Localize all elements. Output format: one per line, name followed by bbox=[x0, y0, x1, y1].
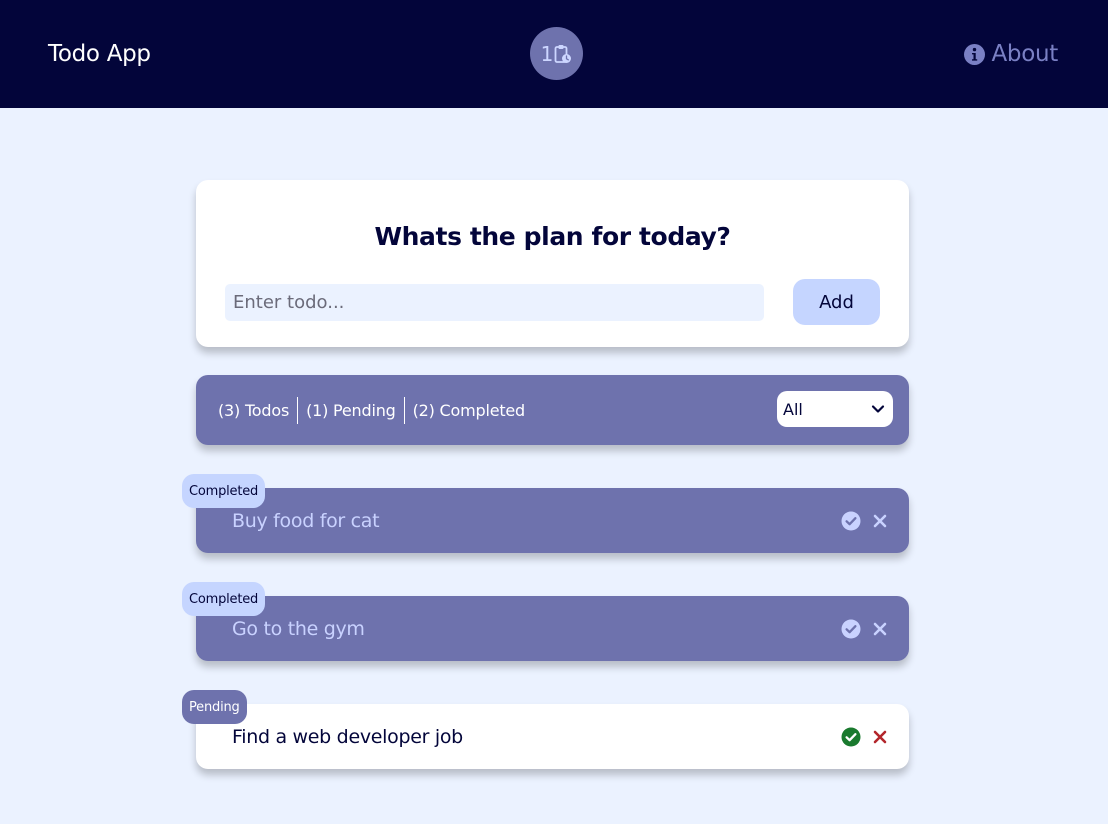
stat-divider bbox=[297, 396, 299, 424]
form-heading: Whats the plan for today? bbox=[374, 222, 731, 251]
todo-actions bbox=[841, 488, 887, 553]
chevron-down-icon bbox=[871, 405, 885, 413]
check-circle-icon[interactable] bbox=[841, 511, 861, 531]
about-link[interactable]: About bbox=[964, 41, 1058, 67]
stats-bar: (3) Todos (1) Pending (2) Completed All bbox=[196, 375, 909, 445]
info-circle-icon bbox=[964, 43, 986, 65]
close-icon[interactable] bbox=[873, 730, 887, 744]
filter-select[interactable]: All bbox=[777, 391, 893, 427]
close-icon[interactable] bbox=[873, 514, 887, 528]
stat-completed: (2) Completed bbox=[412, 400, 526, 420]
todo-form-card: Whats the plan for today? Add bbox=[196, 180, 909, 347]
todo-text: Go to the gym bbox=[232, 617, 365, 640]
status-tag: Completed bbox=[182, 582, 266, 616]
check-circle-icon[interactable] bbox=[841, 727, 861, 747]
todo-item: Find a web developer job bbox=[196, 704, 909, 769]
todo-actions bbox=[841, 704, 887, 769]
stat-pending: (1) Pending bbox=[306, 400, 396, 420]
status-tag: Pending bbox=[182, 690, 247, 724]
clipboard-clock-icon bbox=[554, 44, 572, 63]
pending-count-badge: 1 bbox=[530, 27, 583, 80]
navbar: Todo App 1 About bbox=[0, 0, 1108, 108]
todo-text: Find a web developer job bbox=[232, 725, 463, 748]
todo-actions bbox=[841, 596, 887, 661]
check-circle-icon[interactable] bbox=[841, 619, 861, 639]
stat-divider bbox=[403, 396, 405, 424]
stat-total: (3) Todos bbox=[218, 400, 290, 420]
todo-text: Buy food for cat bbox=[232, 509, 380, 532]
close-icon[interactable] bbox=[873, 622, 887, 636]
todo-input[interactable] bbox=[225, 284, 764, 321]
status-tag: Completed bbox=[182, 474, 266, 508]
about-label: About bbox=[991, 41, 1058, 67]
pending-count: 1 bbox=[540, 41, 554, 66]
todo-item: Go to the gym bbox=[196, 596, 909, 661]
app-brand[interactable]: Todo App bbox=[48, 41, 151, 67]
todo-item: Buy food for cat bbox=[196, 488, 909, 553]
filter-value: All bbox=[783, 399, 803, 419]
add-button[interactable]: Add bbox=[793, 279, 880, 325]
